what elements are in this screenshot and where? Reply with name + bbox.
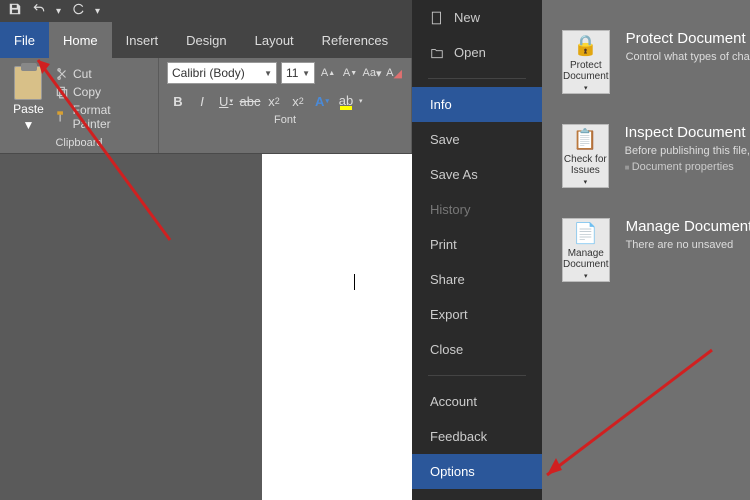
nav-options[interactable]: Options — [412, 454, 542, 489]
qat-customize-icon[interactable]: ▾ — [95, 6, 100, 17]
tab-home[interactable]: Home — [49, 22, 112, 58]
manage-document-row: 📄 Manage Document▾ Manage Document There… — [562, 218, 750, 282]
nav-share[interactable]: Share — [412, 262, 542, 297]
bold-button[interactable]: B — [167, 90, 189, 112]
separator — [428, 375, 526, 376]
nav-print[interactable]: Print — [412, 227, 542, 262]
subscript-button[interactable]: x2 — [263, 90, 285, 112]
tab-design[interactable]: Design — [172, 22, 240, 58]
undo-icon[interactable] — [32, 2, 46, 21]
superscript-button[interactable]: x2 — [287, 90, 309, 112]
nav-info[interactable]: Info — [412, 87, 542, 122]
nav-close[interactable]: Close — [412, 332, 542, 367]
nav-save-as[interactable]: Save As — [412, 157, 542, 192]
ribbon-view: ▾ ▾ File Home Insert Design Layout Refer… — [0, 0, 412, 500]
manage-document-button[interactable]: 📄 Manage Document▾ — [562, 218, 610, 282]
inspect-heading: Inspect Document — [625, 124, 750, 141]
text-effects-button[interactable]: A▾ — [311, 90, 333, 112]
chevron-down-icon: ▼ — [23, 118, 35, 132]
clear-formatting-button[interactable]: A◢ — [385, 62, 403, 84]
cut-button[interactable]: Cut — [55, 67, 150, 81]
nav-export[interactable]: Export — [412, 297, 542, 332]
change-case-button[interactable]: Aa▾ — [363, 62, 381, 84]
nav-save[interactable]: Save — [412, 122, 542, 157]
document-area[interactable] — [262, 154, 412, 500]
manage-desc: There are no unsaved — [626, 239, 750, 251]
undo-dropdown-icon[interactable]: ▾ — [56, 6, 61, 17]
manage-heading: Manage Document — [626, 218, 750, 235]
tab-references[interactable]: References — [308, 22, 402, 58]
group-label-clipboard: Clipboard — [8, 135, 150, 151]
backstage-view: New Open Info Save Save As History Print… — [412, 0, 750, 500]
lock-icon: 🔒 — [573, 33, 598, 58]
format-painter-button[interactable]: Format Painter — [55, 103, 150, 131]
info-panel: 🔒 Protect Document▾ Protect Document Con… — [542, 0, 750, 500]
font-name-combo[interactable]: Calibri (Body)▼ — [167, 62, 277, 84]
nav-feedback[interactable]: Feedback — [412, 419, 542, 454]
protect-document-button[interactable]: 🔒 Protect Document▾ — [562, 30, 610, 94]
chevron-down-icon: ▼ — [264, 69, 272, 78]
inspect-document-row: 📋 Check for Issues▾ Inspect Document Bef… — [562, 124, 750, 188]
underline-button[interactable]: U▾ — [215, 90, 237, 112]
group-font: Calibri (Body)▼ 11▼ A▲ A▼ Aa▾ A◢ B I U▾ … — [159, 58, 412, 153]
nav-account[interactable]: Account — [412, 384, 542, 419]
paste-label: Paste — [13, 102, 44, 116]
chevron-down-icon: ▼ — [302, 69, 310, 78]
highlight-button[interactable]: ab — [335, 90, 357, 112]
inspect-bullet: Document properties — [625, 161, 750, 173]
grow-font-button[interactable]: A▲ — [319, 62, 337, 84]
protect-heading: Protect Document — [626, 30, 750, 47]
font-size-combo[interactable]: 11▼ — [281, 62, 315, 84]
tab-layout[interactable]: Layout — [241, 22, 308, 58]
clipboard-icon — [14, 66, 42, 100]
tab-insert[interactable]: Insert — [112, 22, 173, 58]
nav-history[interactable]: History — [412, 192, 542, 227]
nav-new[interactable]: New — [412, 0, 542, 35]
group-clipboard: Paste ▼ Cut Copy Format Painter — [0, 58, 159, 153]
inspect-desc: Before publishing this file, — [625, 145, 750, 157]
italic-button[interactable]: I — [191, 90, 213, 112]
paste-button[interactable]: Paste ▼ — [8, 62, 49, 135]
nav-open[interactable]: Open — [412, 35, 542, 70]
chevron-down-icon[interactable]: ▾ — [359, 97, 363, 105]
redo-icon[interactable] — [71, 2, 85, 21]
tab-file[interactable]: File — [0, 22, 49, 58]
inspect-icon: 📋 — [573, 127, 598, 152]
text-cursor — [354, 274, 355, 290]
separator — [428, 78, 526, 79]
quick-access-toolbar: ▾ ▾ — [0, 0, 412, 22]
ribbon: Paste ▼ Cut Copy Format Painter — [0, 58, 412, 154]
document-icon: 📄 — [573, 221, 598, 246]
save-icon[interactable] — [8, 2, 22, 21]
copy-button[interactable]: Copy — [55, 85, 150, 99]
ribbon-tabs: File Home Insert Design Layout Reference… — [0, 22, 412, 58]
protect-document-row: 🔒 Protect Document▾ Protect Document Con… — [562, 30, 750, 94]
strikethrough-button[interactable]: abc — [239, 90, 261, 112]
protect-desc: Control what types of changes — [626, 51, 750, 63]
backstage-nav: New Open Info Save Save As History Print… — [412, 0, 542, 500]
check-issues-button[interactable]: 📋 Check for Issues▾ — [562, 124, 609, 188]
shrink-font-button[interactable]: A▼ — [341, 62, 359, 84]
group-label-font: Font — [167, 112, 403, 128]
